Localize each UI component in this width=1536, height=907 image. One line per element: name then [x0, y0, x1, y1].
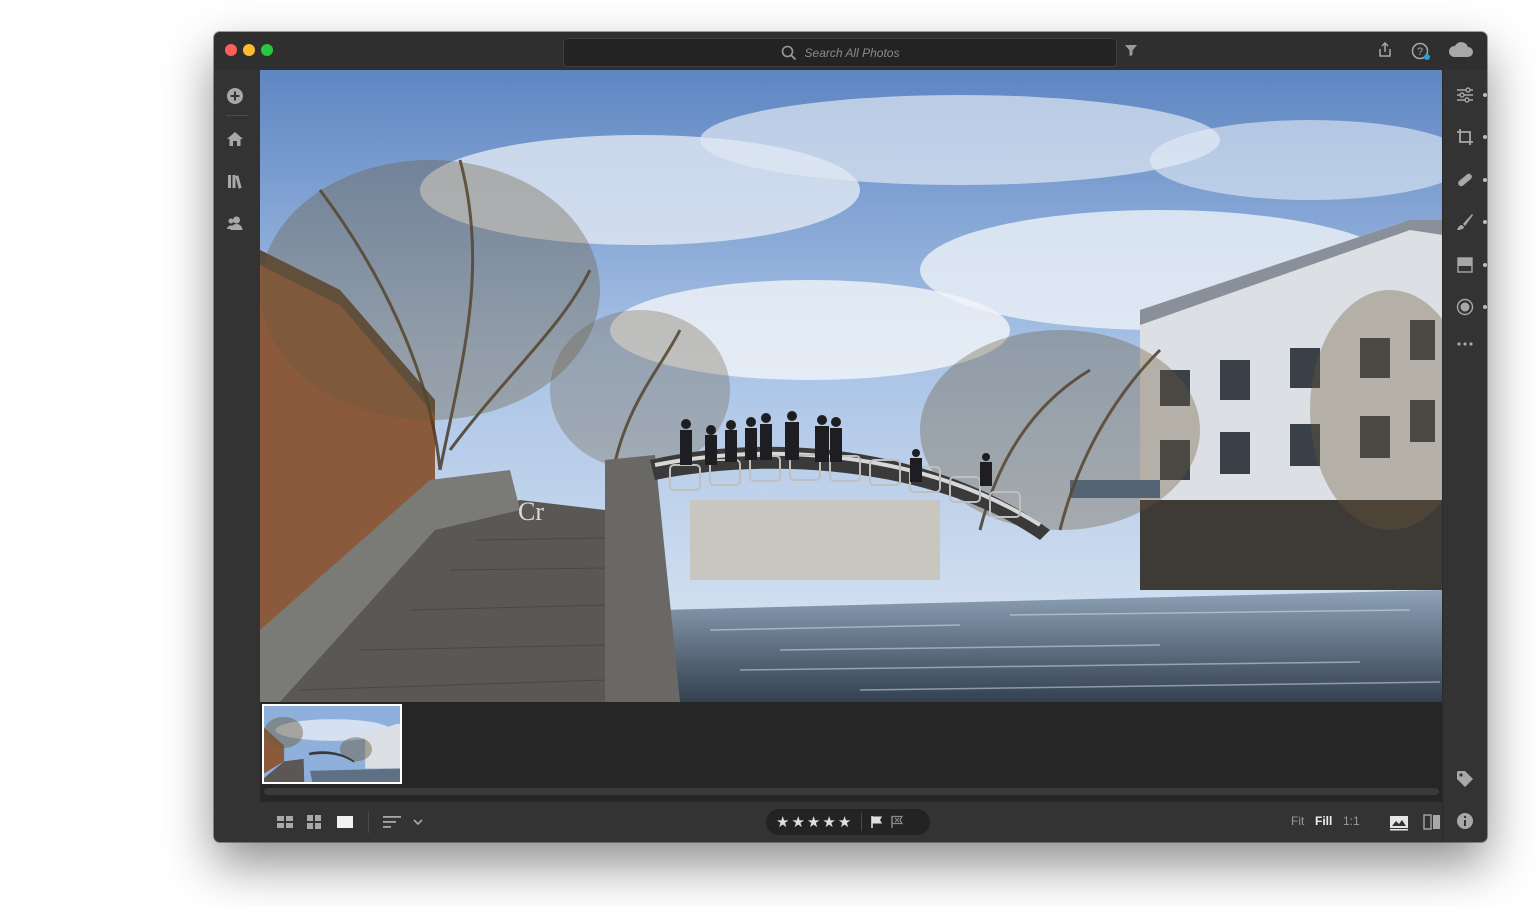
svg-text:?: ? — [1417, 46, 1423, 58]
crop-icon[interactable] — [1456, 128, 1474, 146]
app-window: Search All Photos ? Cr ★ ★ ★ ★ ★ Fit Fil… — [214, 32, 1487, 842]
panel-indicator-dot — [1483, 178, 1487, 182]
filmstrip-toggle-icon[interactable] — [1389, 813, 1409, 831]
star-icon[interactable]: ★ — [822, 813, 835, 831]
detail-view-icon[interactable] — [336, 813, 354, 831]
star-icon[interactable]: ★ — [791, 813, 804, 831]
grid-view-icon[interactable] — [305, 813, 323, 831]
people-icon[interactable] — [226, 214, 244, 232]
star-icon[interactable]: ★ — [776, 813, 789, 831]
star-icon[interactable]: ★ — [807, 813, 820, 831]
share-icon[interactable] — [1376, 41, 1394, 59]
bottom-toolbar: ★ ★ ★ ★ ★ Fit Fill 1:1 — [260, 802, 1443, 842]
rating-flag-control: ★ ★ ★ ★ ★ — [766, 809, 930, 835]
right-sidebar — [1442, 70, 1487, 842]
zoom-one-to-one-button[interactable]: 1:1 — [1343, 814, 1360, 828]
rating-divider — [861, 813, 863, 831]
panel-indicator-dot — [1483, 305, 1487, 309]
panel-indicator-dot — [1483, 263, 1487, 267]
sidebar-divider — [226, 115, 248, 116]
panel-indicator-dot — [1483, 135, 1487, 139]
toolbar-divider — [368, 811, 369, 833]
radial-gradient-icon[interactable] — [1456, 298, 1474, 316]
zoom-fill-button[interactable]: Fill — [1315, 814, 1332, 828]
star-rating[interactable]: ★ ★ ★ ★ ★ — [776, 813, 851, 831]
search-icon — [781, 45, 796, 60]
filter-icon[interactable] — [1124, 43, 1138, 57]
panel-indicator-dot — [1483, 220, 1487, 224]
healing-bandage-icon[interactable] — [1456, 171, 1474, 189]
add-photos-icon[interactable] — [226, 87, 244, 105]
zoom-fit-button[interactable]: Fit — [1291, 814, 1304, 828]
info-icon[interactable] — [1456, 812, 1474, 830]
chevron-down-icon[interactable] — [412, 813, 424, 831]
zoom-window-button[interactable] — [261, 44, 273, 56]
main-photo[interactable]: Cr — [260, 70, 1443, 702]
linear-gradient-icon[interactable] — [1456, 256, 1474, 274]
filmstrip — [260, 702, 1443, 802]
search-placeholder: Search All Photos — [804, 45, 900, 60]
photo-thumbnail[interactable] — [262, 704, 402, 784]
left-sidebar — [214, 70, 261, 842]
compare-view-icon[interactable] — [1422, 813, 1442, 831]
help-icon[interactable]: ? — [1411, 41, 1431, 61]
brush-icon[interactable] — [1456, 213, 1474, 231]
sort-icon[interactable] — [382, 813, 402, 831]
minimize-window-button[interactable] — [243, 44, 255, 56]
cloud-sync-icon[interactable] — [1448, 40, 1474, 60]
panel-indicator-dot — [1483, 93, 1487, 97]
close-window-button[interactable] — [225, 44, 237, 56]
filmstrip-scrollbar[interactable] — [264, 788, 1439, 795]
square-grid-view-icon[interactable] — [276, 813, 294, 831]
svg-text:Cr: Cr — [518, 497, 544, 526]
edit-sliders-icon[interactable] — [1456, 86, 1474, 104]
more-options-icon[interactable] — [1456, 335, 1474, 353]
search-bar[interactable]: Search All Photos — [563, 38, 1117, 67]
flag-controls — [870, 815, 904, 829]
star-icon[interactable]: ★ — [838, 813, 851, 831]
reject-flag-icon[interactable] — [890, 815, 904, 829]
library-icon[interactable] — [226, 172, 244, 190]
title-bar: Search All Photos ? — [214, 32, 1487, 70]
keyword-tag-icon[interactable] — [1456, 770, 1474, 788]
home-icon[interactable] — [226, 130, 244, 148]
pick-flag-icon[interactable] — [870, 815, 884, 829]
